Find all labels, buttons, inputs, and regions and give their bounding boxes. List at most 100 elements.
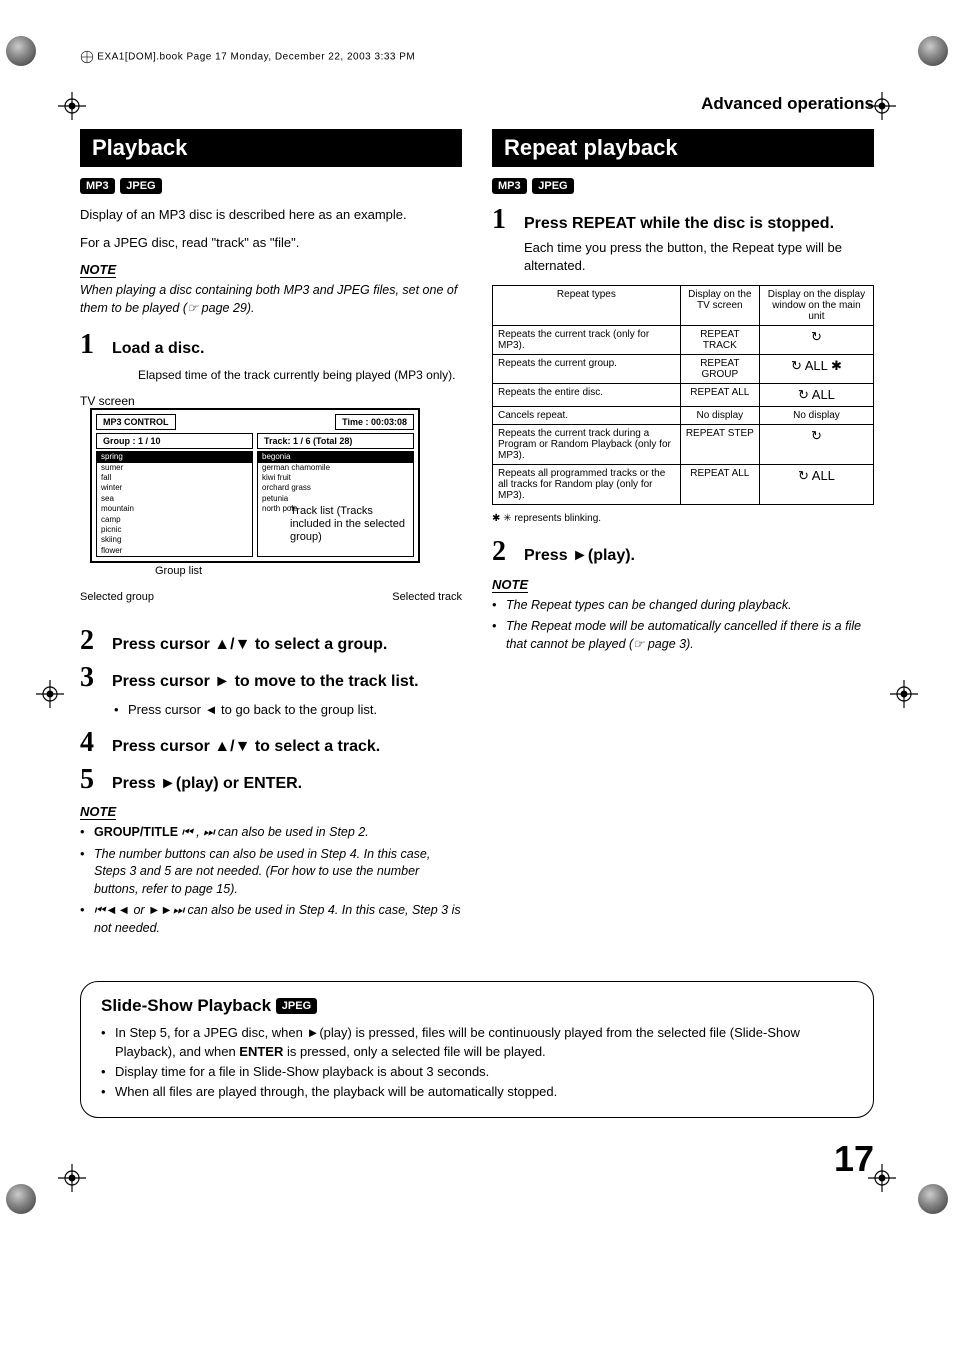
registration-mark-icon <box>58 1164 86 1192</box>
note-label: NOTE <box>492 577 528 593</box>
repeat-header: Repeat playback <box>492 129 874 167</box>
page-number: 17 <box>80 1138 874 1180</box>
table-row: Repeats the current track during a Progr… <box>493 425 874 465</box>
tv-diagram: TV screen Elapsed time of the track curr… <box>80 368 462 613</box>
badge-mp3: MP3 <box>492 178 527 194</box>
list-item: sumer <box>97 463 252 473</box>
list-item: german chamomile <box>258 463 413 473</box>
print-header: EXA1[DOM].book Page 17 Monday, December … <box>80 50 874 64</box>
step-num-5: 5 <box>80 766 102 794</box>
repeat-step-1: 1 Press REPEAT while the disc is stopped… <box>492 206 874 275</box>
step-num-1: 1 <box>492 206 514 234</box>
table-row: Cancels repeat. No display No display <box>493 407 874 425</box>
note-item: GROUP/TITLE ⏮ , ⏭ GROUP/TITLE ⏮ , ⏭ can … <box>80 824 462 842</box>
list-item: picnic <box>97 525 252 535</box>
tv-time: Time : 00:03:08 <box>335 414 414 430</box>
repeat-table: Repeat types Display on the TV screen Di… <box>492 285 874 505</box>
right-column: Repeat playback MP3 JPEG 1 Press REPEAT … <box>492 129 874 951</box>
step-num-2: 2 <box>80 627 102 655</box>
repeat-step-2: 2 Press ►(play). <box>492 538 874 567</box>
note-item: ⏮◄◄ or ►►⏭ can also be used in Step 4. I… <box>80 902 462 937</box>
list-item: begonia <box>258 452 413 462</box>
step-text-5: Press ►(play) or ENTER. <box>112 774 462 795</box>
table-header: Display on the display window on the mai… <box>759 286 873 326</box>
blinking-footnote: ✱ ✳ represents blinking. <box>492 513 874 524</box>
badge-jpeg: JPEG <box>276 998 317 1014</box>
note-block-1: NOTE When playing a disc containing both… <box>80 262 462 317</box>
elapsed-time-label: Elapsed time of the track currently bein… <box>138 368 462 408</box>
breadcrumb: Advanced operations <box>80 94 874 114</box>
badge-jpeg: JPEG <box>120 178 161 194</box>
step-3: 3 Press cursor ► to move to the track li… <box>80 664 462 693</box>
slideshow-box: Slide-Show Playback JPEG In Step 5, for … <box>80 981 874 1118</box>
intro-2: For a JPEG disc, read "track" as "file". <box>80 234 462 252</box>
step-num-2: 2 <box>492 538 514 566</box>
table-row: Repeats all programmed tracks or the all… <box>493 465 874 505</box>
badge-mp3: MP3 <box>80 178 115 194</box>
slideshow-title: Slide-Show Playback JPEG <box>101 996 853 1016</box>
note-label-2: NOTE <box>80 804 116 820</box>
step-1-sub: Each time you press the button, the Repe… <box>524 239 874 275</box>
badge-row-right: MP3 JPEG <box>492 177 874 194</box>
step-text-2: Press ►(play). <box>524 546 874 567</box>
list-item: winter <box>97 483 252 493</box>
note-item: The number buttons can also be used in S… <box>80 846 462 899</box>
tv-group-header: Group : 1 / 10 <box>96 433 253 449</box>
slideshow-item: When all files are played through, the p… <box>101 1083 853 1101</box>
callout-selected-track: Selected track <box>392 591 462 604</box>
badge-row-left: MP3 JPEG <box>80 177 462 194</box>
step-text-2: Press cursor ▲/▼ to select a group. <box>112 635 462 656</box>
step-3-sub-item: Press cursor ◄ to go back to the group l… <box>114 701 462 719</box>
step-1: 1 Load a disc. <box>80 331 462 360</box>
note-item: The Repeat types can be changed during p… <box>492 597 874 615</box>
table-header: Display on the TV screen <box>680 286 759 326</box>
note-item: The Repeat mode will be automatically ca… <box>492 618 874 653</box>
list-item: petunia <box>258 494 413 504</box>
callout-track-list: Track list (Tracks included in the selec… <box>290 505 410 545</box>
note-text-1: When playing a disc containing both MP3 … <box>80 282 462 317</box>
registration-mark-icon <box>868 92 896 120</box>
step-4: 4 Press cursor ▲/▼ to select a track. <box>80 729 462 758</box>
table-row: Repeats the current track (only for MP3)… <box>493 326 874 355</box>
slideshow-item: In Step 5, for a JPEG disc, when ►(play)… <box>101 1024 853 1060</box>
step-5: 5 Press ►(play) or ENTER. <box>80 766 462 795</box>
tv-title: MP3 CONTROL <box>96 414 176 430</box>
note-block-2: NOTE GROUP/TITLE ⏮ , ⏭ GROUP/TITLE ⏮ , ⏭… <box>80 804 462 937</box>
registration-mark-icon <box>890 680 918 708</box>
callout-group-list: Group list <box>155 565 202 578</box>
list-item: mountain <box>97 504 252 514</box>
list-item: camp <box>97 515 252 525</box>
note-label: NOTE <box>80 262 116 278</box>
registration-mark-icon <box>36 680 64 708</box>
left-column: Playback MP3 JPEG Display of an MP3 disc… <box>80 129 462 951</box>
step-3-sub: Press cursor ◄ to go back to the group l… <box>114 701 462 719</box>
table-row: Repeats the current group. REPEAT GROUP … <box>493 355 874 384</box>
list-item: fall <box>97 473 252 483</box>
list-item: orchard grass <box>258 483 413 493</box>
step-text-4: Press cursor ▲/▼ to select a track. <box>112 737 462 758</box>
registration-mark-icon <box>58 92 86 120</box>
step-text-1: Load a disc. <box>112 339 462 360</box>
step-text-1: Press REPEAT while the disc is stopped. … <box>524 214 874 275</box>
list-item: sea <box>97 494 252 504</box>
list-item: skiing <box>97 535 252 545</box>
tv-screen-label: TV screen <box>80 368 138 408</box>
list-item: kiwi fruit <box>258 473 413 483</box>
callout-selected-group: Selected group <box>80 591 154 604</box>
step-num-1: 1 <box>80 331 102 359</box>
tv-group-list: spring sumer fall winter sea mountain ca… <box>96 451 253 557</box>
step-num-3: 3 <box>80 664 102 692</box>
list-item: flower <box>97 546 252 556</box>
slideshow-item: Display time for a file in Slide-Show pl… <box>101 1063 853 1081</box>
playback-header: Playback <box>80 129 462 167</box>
list-item: spring <box>97 452 252 462</box>
note-block-right: NOTE The Repeat types can be changed dur… <box>492 577 874 654</box>
step-num-4: 4 <box>80 729 102 757</box>
intro-1: Display of an MP3 disc is described here… <box>80 206 462 224</box>
step-2: 2 Press cursor ▲/▼ to select a group. <box>80 627 462 656</box>
table-header: Repeat types <box>493 286 681 326</box>
badge-jpeg: JPEG <box>532 178 573 194</box>
table-row: Repeats the entire disc. REPEAT ALL ↻ AL… <box>493 384 874 407</box>
step-text-3: Press cursor ► to move to the track list… <box>112 672 462 693</box>
registration-mark-icon <box>868 1164 896 1192</box>
